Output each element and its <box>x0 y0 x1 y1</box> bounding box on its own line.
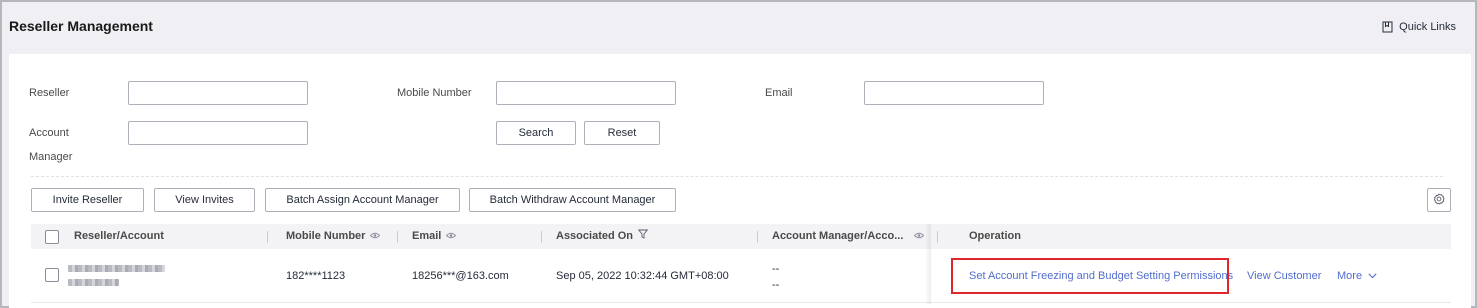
search-button[interactable]: Search <box>496 121 576 145</box>
column-operation-label: Operation <box>969 230 1021 242</box>
table-settings-button[interactable] <box>1427 188 1451 212</box>
column-operation: Operation <box>969 224 1021 249</box>
column-account-manager: Account Manager/Acco... <box>772 224 925 249</box>
account-manager-label-line1: Account <box>29 127 69 139</box>
email-label: Email <box>765 87 793 99</box>
gear-icon <box>1433 193 1445 208</box>
column-mobile-number: Mobile Number <box>286 224 381 249</box>
column-separator <box>541 231 542 243</box>
content-card: Reseller Mobile Number Email Account Man… <box>9 54 1471 308</box>
highlight-box <box>951 258 1229 294</box>
column-associated-on: Associated On <box>556 224 649 249</box>
column-mobile-number-label: Mobile Number <box>286 230 366 242</box>
reseller-input[interactable] <box>128 81 308 105</box>
quick-links-label: Quick Links <box>1399 21 1456 33</box>
column-email-label: Email <box>412 230 442 242</box>
column-account-manager-label: Account Manager/Acco... <box>772 230 904 242</box>
account-manager-label-line2: Manager <box>29 151 73 163</box>
select-all-checkbox[interactable] <box>45 230 59 244</box>
reset-button[interactable]: Reset <box>584 121 660 145</box>
blurred-reseller-name <box>68 265 165 272</box>
batch-assign-account-manager-button[interactable]: Batch Assign Account Manager <box>265 188 460 212</box>
batch-withdraw-account-manager-button[interactable]: Batch Withdraw Account Manager <box>469 188 676 212</box>
email-input[interactable] <box>864 81 1044 105</box>
more-label: More <box>1337 270 1363 282</box>
column-separator <box>267 231 268 243</box>
page-title: Reseller Management <box>9 18 153 34</box>
row-select-checkbox[interactable] <box>45 268 59 282</box>
eye-icon[interactable] <box>446 224 457 249</box>
bookmark-icon <box>1382 21 1393 33</box>
eye-icon[interactable] <box>914 224 925 249</box>
divider <box>31 176 1443 177</box>
page-frame: Reseller Management Quick Links Reseller… <box>0 0 1477 308</box>
quick-links-button[interactable]: Quick Links <box>1382 21 1456 33</box>
invite-reseller-button[interactable]: Invite Reseller <box>31 188 144 212</box>
reseller-label: Reseller <box>29 87 70 99</box>
eye-icon[interactable] <box>370 224 381 249</box>
blurred-account-name <box>68 279 119 286</box>
column-separator <box>397 231 398 243</box>
row-email: 18256***@163.com <box>412 270 509 282</box>
row-account-manager-line2: -- <box>772 279 780 291</box>
mobile-number-label: Mobile Number <box>397 87 472 99</box>
column-reseller-account: Reseller/Account <box>74 224 164 249</box>
filter-icon[interactable] <box>637 224 649 249</box>
row-account-manager-line1: -- <box>772 263 780 275</box>
view-invites-button[interactable]: View Invites <box>154 188 255 212</box>
table-row: 182****1123 18256***@163.com Sep 05, 202… <box>31 249 1451 303</box>
chevron-down-icon <box>1368 270 1377 282</box>
mobile-number-input[interactable] <box>496 81 676 105</box>
column-email: Email <box>412 224 457 249</box>
view-customer-link[interactable]: View Customer <box>1247 270 1321 282</box>
row-mobile-number: 182****1123 <box>286 270 346 282</box>
account-manager-input[interactable] <box>128 121 308 145</box>
column-separator <box>937 231 938 243</box>
column-reseller-account-label: Reseller/Account <box>74 230 164 242</box>
column-separator <box>757 231 758 243</box>
table-header: Reseller/Account Mobile Number Email Ass… <box>31 224 1451 249</box>
row-associated-on: Sep 05, 2022 10:32:44 GMT+08:00 <box>556 270 729 282</box>
fixed-column-shadow <box>925 224 931 304</box>
more-dropdown[interactable]: More <box>1337 270 1377 282</box>
column-associated-on-label: Associated On <box>556 230 634 242</box>
